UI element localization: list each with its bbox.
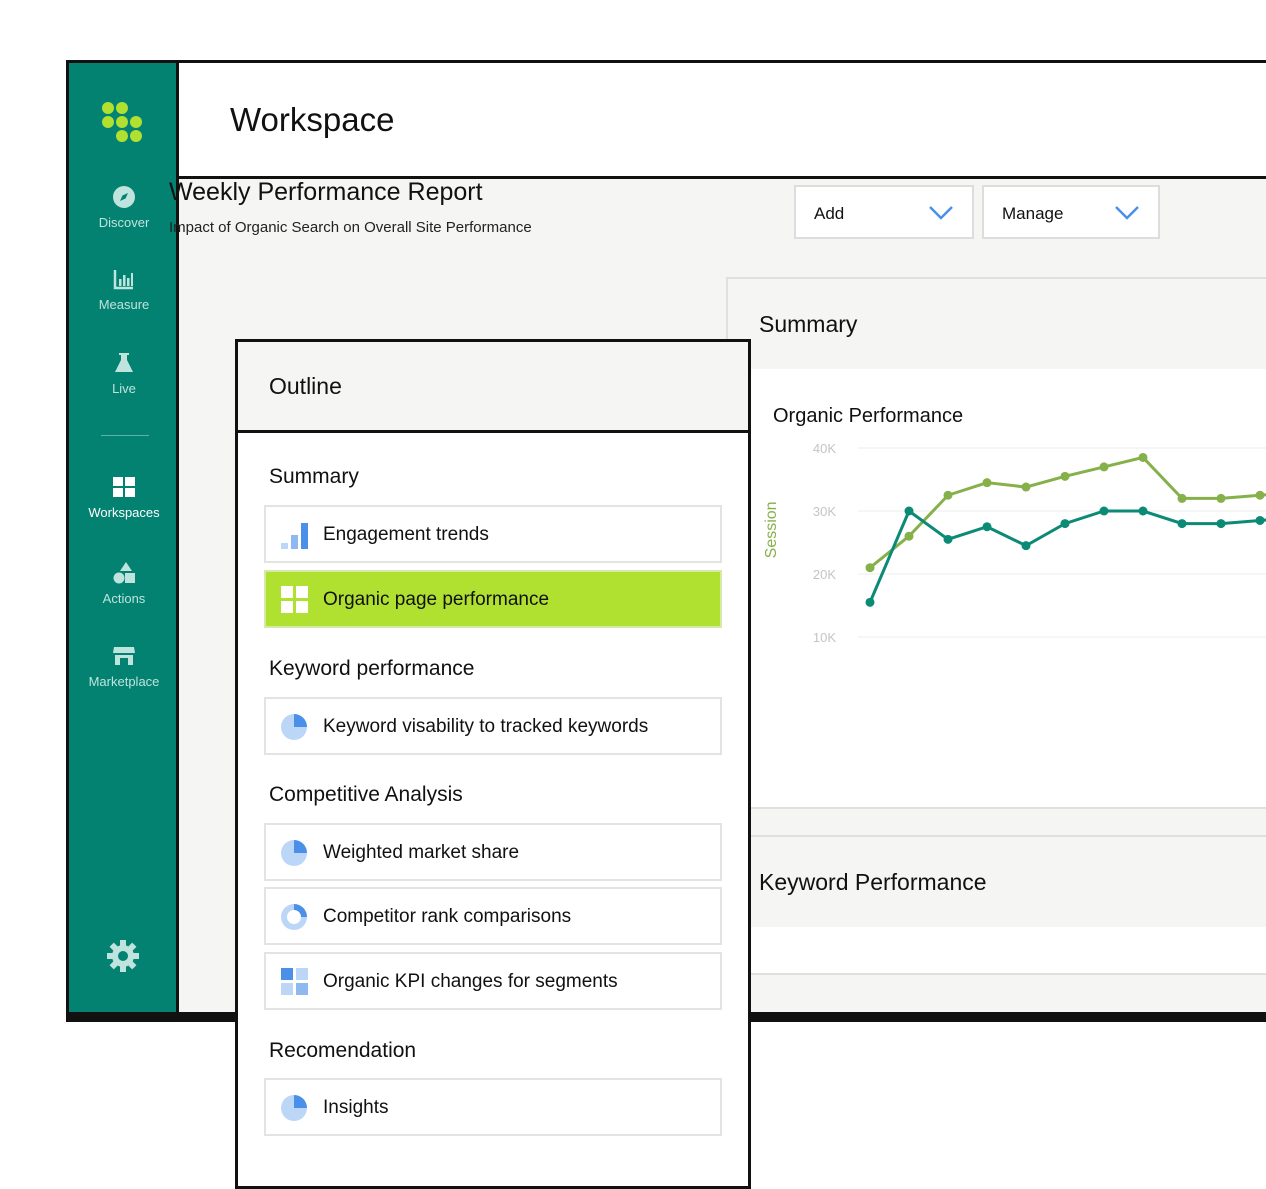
data-point — [1060, 519, 1070, 529]
sidebar-item-label: Discover — [98, 215, 150, 230]
donut-icon — [281, 904, 307, 930]
flask-icon — [115, 353, 133, 372]
app-logo-icon — [102, 102, 142, 142]
sidebar-item-label: Live — [112, 381, 136, 396]
data-point — [1216, 493, 1226, 503]
organic-performance-chart: 50K40K30K20K10KSession — [763, 441, 1266, 645]
section-title-summary: Summary — [269, 465, 359, 488]
sidebar-item-measure[interactable]: Measure — [69, 267, 179, 312]
y-tick-label: 20K — [813, 567, 836, 582]
sidebar-item-workspaces[interactable]: Workspaces — [69, 475, 179, 520]
outline-item-insights[interactable]: Insights — [264, 1078, 722, 1136]
outline-item-label: Weighted market share — [323, 842, 520, 863]
manage-dropdown[interactable]: Manage — [982, 185, 1160, 239]
summary-card-header: Summary — [728, 279, 1266, 369]
y-axis-label: Session — [763, 501, 780, 558]
outline-item-competitor-rank[interactable]: Competitor rank comparisons — [264, 887, 722, 945]
sidebar-item-label: Measure — [98, 297, 150, 312]
summary-card: Summary Organic Performance 50K40K30K20K… — [726, 277, 1266, 809]
grid-icon — [113, 477, 135, 497]
y-tick-label: 30K — [813, 504, 836, 519]
add-dropdown-label: Add — [814, 204, 845, 223]
data-point — [1138, 452, 1148, 462]
grid-icon — [281, 586, 308, 613]
outline-header: Outline — [238, 342, 748, 433]
outline-title: Outline — [269, 373, 342, 399]
outline-item-engagement-trends[interactable]: Engagement trends — [264, 505, 722, 563]
sidebar-item-label: Marketplace — [88, 674, 160, 689]
outline-item-label: Organic KPI changes for segments — [323, 971, 618, 992]
data-point — [1099, 506, 1109, 516]
bar-chart-icon — [113, 270, 133, 290]
outline-item-keyword-visibility[interactable]: Keyword visability to tracked keywords — [264, 697, 722, 755]
tiles-icon — [281, 968, 308, 995]
y-tick-label: 10K — [813, 630, 836, 645]
data-point — [1255, 515, 1265, 525]
data-point — [982, 522, 992, 532]
outline-item-label: Keyword visability to tracked keywords — [323, 716, 649, 737]
page-title: Workspace — [230, 101, 395, 138]
pie-icon — [281, 1095, 307, 1121]
manage-dropdown-label: Manage — [1002, 204, 1064, 223]
sidebar-item-discover[interactable]: Discover — [69, 185, 179, 230]
data-point — [943, 534, 953, 544]
chevron-down-icon — [929, 206, 953, 220]
data-point — [904, 506, 914, 516]
data-point — [982, 478, 992, 488]
add-dropdown[interactable]: Add — [794, 185, 974, 239]
compass-icon — [113, 186, 135, 208]
shapes-icon — [113, 562, 135, 584]
section-title-competitive-analysis: Competitive Analysis — [269, 783, 463, 806]
data-point — [1060, 471, 1070, 481]
gear-icon[interactable] — [106, 939, 140, 973]
outline-item-organic-page-performance[interactable]: Organic page performance — [264, 570, 722, 628]
data-point — [1216, 519, 1226, 529]
keyword-performance-card: Keyword Performance — [726, 835, 1266, 975]
keyword-card-title: Keyword Performance — [759, 869, 987, 895]
data-point — [865, 563, 875, 573]
outline-item-weighted-market-share[interactable]: Weighted market share — [264, 823, 722, 881]
report-title: Weekly Performance Report — [169, 178, 483, 206]
summary-card-title: Summary — [759, 311, 858, 337]
pie-icon — [281, 714, 307, 740]
sidebar-item-label: Workspaces — [88, 505, 160, 520]
data-point — [1138, 506, 1148, 516]
outline-item-label: Organic page performance — [323, 589, 550, 610]
sidebar-item-actions[interactable]: Actions — [69, 561, 179, 606]
header: Workspace — [179, 63, 1266, 179]
section-title-keyword-performance: Keyword performance — [269, 657, 475, 680]
nav-divider — [101, 435, 149, 436]
sidebar: Discover Measure Live Workspaces Actions… — [69, 63, 179, 1019]
data-point — [1255, 490, 1265, 500]
store-icon — [113, 647, 135, 665]
bar-chart-icon — [281, 523, 308, 549]
chevron-down-icon — [1115, 206, 1139, 220]
chart-title: Organic Performance — [773, 405, 964, 427]
section-title-recomendation: Recomendation — [269, 1039, 417, 1062]
outline-item-label: Engagement trends — [323, 524, 489, 545]
outline-panel: Outline Summary Engagement trends Organi… — [235, 339, 751, 1189]
y-tick-label: 40K — [813, 441, 836, 456]
sidebar-item-marketplace[interactable]: Marketplace — [69, 644, 179, 689]
data-point — [943, 490, 953, 500]
data-point — [1177, 519, 1187, 529]
outline-item-label: Insights — [323, 1097, 389, 1118]
data-point — [1177, 493, 1187, 503]
data-point — [1099, 462, 1109, 472]
keyword-card-header: Keyword Performance — [728, 837, 1266, 927]
data-point — [904, 531, 914, 541]
report-subtitle: Impact of Organic Search on Overall Site… — [169, 219, 532, 236]
outline-item-label: Competitor rank comparisons — [323, 906, 572, 927]
data-point — [865, 597, 875, 607]
sidebar-item-live[interactable]: Live — [69, 351, 179, 396]
outline-item-organic-kpi-changes[interactable]: Organic KPI changes for segments — [264, 952, 722, 1010]
pie-icon — [281, 840, 307, 866]
sidebar-item-label: Actions — [102, 591, 146, 606]
data-point — [1021, 482, 1031, 492]
data-point — [1021, 541, 1031, 551]
